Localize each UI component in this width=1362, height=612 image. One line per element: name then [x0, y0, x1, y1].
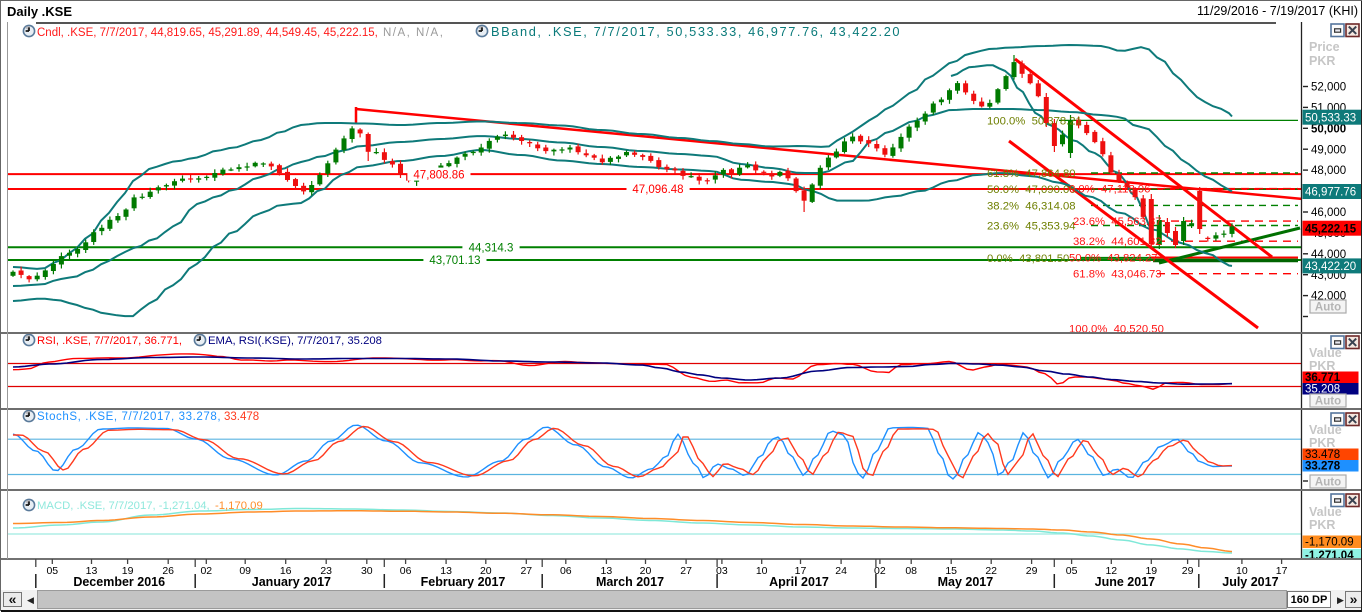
svg-text:MACD, .KSE, 7/7/2017, -1,271.0: MACD, .KSE, 7/7/2017, -1,271.04, — [37, 500, 210, 512]
svg-text:33.478: 33.478 — [224, 411, 259, 423]
svg-text:47,808.86: 47,808.86 — [413, 169, 464, 181]
svg-text:43,701.13: 43,701.13 — [429, 255, 480, 267]
svg-text:30: 30 — [361, 565, 373, 577]
svg-text:Value: Value — [1309, 346, 1342, 360]
svg-text:23.6% 45,353.94: 23.6% 45,353.94 — [987, 221, 1076, 233]
svg-text:33.278: 33.278 — [1305, 461, 1341, 473]
svg-text:BBand, .KSE, 7/7/2017, 50,533.: BBand, .KSE, 7/7/2017, 50,533.33, 46,977… — [491, 24, 901, 39]
svg-text:49,000: 49,000 — [1311, 144, 1346, 156]
svg-text:-1,271.04: -1,271.04 — [1305, 550, 1354, 558]
svg-text:05: 05 — [1066, 565, 1078, 577]
svg-text:02: 02 — [200, 565, 212, 577]
svg-text:July 2017: July 2017 — [1222, 575, 1278, 589]
svg-text:09: 09 — [239, 565, 251, 577]
svg-text:29: 29 — [1182, 565, 1194, 577]
svg-text:27: 27 — [680, 565, 692, 577]
svg-text:50,000: 50,000 — [1311, 123, 1346, 135]
svg-text:0.0% 47,118.96: 0.0% 47,118.96 — [1069, 184, 1150, 196]
svg-text:Cndl, .KSE, 7/7/2017, 44,819.6: Cndl, .KSE, 7/7/2017, 44,819.65, 45,291.… — [37, 27, 378, 39]
svg-text:46,000: 46,000 — [1311, 207, 1346, 219]
svg-text:29: 29 — [1026, 565, 1038, 577]
svg-text:PKR: PKR — [1309, 436, 1335, 450]
svg-text:StochS, .KSE, 7/7/2017, 33.278: StochS, .KSE, 7/7/2017, 33.278, — [37, 411, 221, 423]
svg-text:61.8% 43,046.73: 61.8% 43,046.73 — [1073, 269, 1162, 281]
svg-text:N/A, N/A,: N/A, N/A, — [383, 27, 444, 39]
svg-text:January 2017: January 2017 — [252, 575, 331, 589]
svg-text:March 2017: March 2017 — [596, 575, 664, 589]
svg-text:47,096.48: 47,096.48 — [632, 184, 683, 196]
svg-text:43,422.20: 43,422.20 — [1305, 261, 1356, 273]
svg-text:61.8% 47,864.80: 61.8% 47,864.80 — [987, 168, 1076, 180]
svg-text:46,977.76: 46,977.76 — [1305, 187, 1356, 199]
svg-text:0.0% 43,801.50: 0.0% 43,801.50 — [987, 253, 1069, 265]
svg-text:50.0% 43,824.27: 50.0% 43,824.27 — [1069, 253, 1158, 265]
svg-text:Price: Price — [1309, 40, 1340, 54]
svg-text:-1,170.09: -1,170.09 — [1305, 537, 1354, 549]
svg-text:Auto: Auto — [1315, 302, 1341, 314]
svg-text:100.0% 50,378.21: 100.0% 50,378.21 — [987, 115, 1082, 127]
svg-text:06: 06 — [560, 565, 572, 577]
svg-text:Value: Value — [1309, 423, 1342, 437]
svg-text:44,314.3: 44,314.3 — [469, 242, 514, 254]
svg-text:06: 06 — [400, 565, 412, 577]
svg-text:Auto: Auto — [1315, 477, 1341, 489]
svg-text:52,000: 52,000 — [1311, 82, 1346, 94]
svg-text:50.0% 47,090.06: 50.0% 47,090.06 — [987, 184, 1076, 196]
svg-text:June 2017: June 2017 — [1095, 575, 1156, 589]
svg-text:27: 27 — [520, 565, 532, 577]
svg-text:-1,170.09: -1,170.09 — [215, 500, 263, 512]
svg-text:33.478: 33.478 — [1305, 449, 1340, 461]
svg-text:April 2017: April 2017 — [769, 575, 829, 589]
svg-text:38.2% 44,601.82: 38.2% 44,601.82 — [1073, 236, 1162, 248]
svg-text:38.2% 46,314.08: 38.2% 46,314.08 — [987, 200, 1076, 212]
svg-text:24: 24 — [835, 565, 847, 577]
svg-text:10: 10 — [756, 565, 768, 577]
svg-text:48,000: 48,000 — [1311, 165, 1346, 177]
svg-text:PKR: PKR — [1309, 54, 1335, 68]
svg-text:PKR: PKR — [1309, 518, 1335, 532]
svg-text:Auto: Auto — [1315, 396, 1341, 408]
svg-text:May 2017: May 2017 — [938, 575, 994, 589]
svg-text:100.0% 40,520.50: 100.0% 40,520.50 — [1069, 324, 1164, 333]
svg-text:08: 08 — [905, 565, 917, 577]
svg-text:05: 05 — [46, 565, 58, 577]
svg-text:PKR: PKR — [1309, 359, 1335, 373]
svg-text:50,533.33: 50,533.33 — [1305, 112, 1356, 124]
svg-text:45,222.15: 45,222.15 — [1305, 223, 1357, 235]
svg-text:February 2017: February 2017 — [421, 575, 506, 589]
svg-text:36.771: 36.771 — [1305, 372, 1341, 384]
svg-text:Value: Value — [1309, 505, 1342, 519]
svg-text:23.6% 45,563.87: 23.6% 45,563.87 — [1073, 216, 1162, 228]
svg-text:December 2016: December 2016 — [73, 575, 165, 589]
svg-text:EMA, RSI(.KSE), 7/7/2017, 35.2: EMA, RSI(.KSE), 7/7/2017, 35.208 — [208, 335, 382, 347]
svg-text:RSI, .KSE, 7/7/2017, 36.771,: RSI, .KSE, 7/7/2017, 36.771, — [37, 335, 182, 347]
